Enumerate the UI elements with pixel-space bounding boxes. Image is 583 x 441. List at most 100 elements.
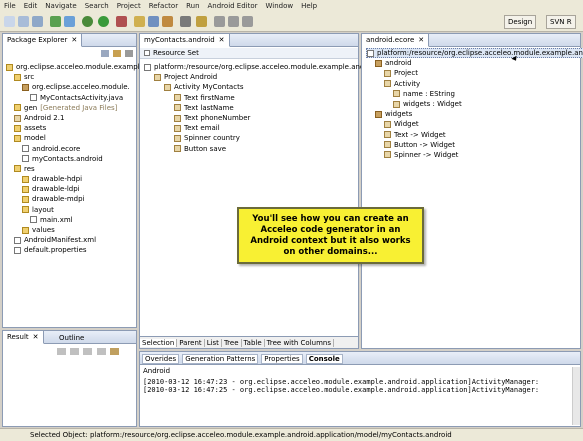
back-icon[interactable] (228, 16, 239, 27)
ecore-tree-item[interactable]: android (366, 58, 583, 68)
tree-item[interactable]: assets (6, 123, 140, 133)
tree-item[interactable]: gen [Generated Java Files] (6, 103, 140, 113)
menu-item-file[interactable]: File (4, 2, 16, 10)
editor-tree-item[interactable]: Text firstName (144, 93, 378, 103)
tree-item[interactable]: default.properties (6, 245, 140, 255)
console-view-tab[interactable]: Properties (261, 353, 303, 364)
tree-item[interactable]: org.eclipse.acceleo.module. (6, 82, 140, 92)
tree-item[interactable]: org.eclipse.acceleo.module.exampl (6, 62, 140, 72)
editor-tree-item[interactable]: Text phoneNumber (144, 113, 378, 123)
menu-item-android-editor[interactable]: Android Editor (208, 2, 258, 10)
debug-icon[interactable] (82, 16, 93, 27)
save-icon[interactable] (18, 16, 29, 27)
collapse-all-icon[interactable] (101, 50, 109, 57)
tree-item[interactable]: src (6, 72, 140, 82)
print-icon[interactable] (32, 16, 43, 27)
tree-item[interactable]: drawable-mdpi (6, 194, 140, 204)
model-element-icon (174, 134, 181, 142)
annotation-icon[interactable] (214, 16, 225, 27)
editor-view-tab[interactable]: Parent (177, 338, 205, 347)
ecore-tree-item[interactable]: Project (366, 68, 583, 78)
tree-item[interactable]: values (6, 225, 140, 235)
menu-item-search[interactable]: Search (85, 2, 109, 10)
android-avd-icon[interactable] (64, 16, 75, 27)
tree-item[interactable]: model (6, 133, 140, 143)
menu-item-run[interactable]: Run (186, 2, 199, 10)
tab-mycontacts-android[interactable]: myContacts.android ✕ (140, 34, 230, 47)
console-scrollbar[interactable] (572, 367, 580, 425)
pin-icon[interactable] (109, 348, 119, 355)
ecore-tree-item[interactable]: platform:/resource/org.eclipse.acceleo.m… (366, 48, 583, 59)
editor-view-tab[interactable]: Tree (222, 338, 242, 347)
file-icon (22, 155, 29, 163)
new-class-icon[interactable] (162, 16, 173, 27)
tree-item[interactable]: layout (6, 205, 140, 215)
editor-view-tab[interactable]: List (205, 338, 222, 347)
editor-tree-item[interactable]: platform:/resource/org.eclipse.acceleo.m… (144, 62, 378, 72)
arrow-right-icon[interactable] (70, 348, 80, 355)
ecore-tree-item[interactable]: Activity (366, 79, 583, 89)
ecore-tree-item[interactable]: widgets : Widget (366, 99, 583, 109)
tree-item[interactable]: MyContactsActivity.java (6, 93, 140, 103)
android-sdk-icon[interactable] (50, 16, 61, 27)
menu-item-window[interactable]: Window (266, 2, 294, 10)
tree-item[interactable]: myContacts.android (6, 154, 140, 164)
console-view-tab[interactable]: Generation Patterns (182, 353, 259, 364)
tab-android-ecore[interactable]: android.ecore ✕ (362, 34, 430, 47)
external-tools-icon[interactable] (116, 16, 127, 27)
editor-view-tab[interactable]: Table (242, 338, 265, 347)
tree-item[interactable]: drawable-ldpi (6, 184, 140, 194)
close-icon[interactable]: ✕ (33, 333, 39, 341)
ecore-tree-item[interactable]: widgets (366, 109, 583, 119)
new-package-icon[interactable] (148, 16, 159, 27)
tree-item[interactable]: android.ecore (6, 144, 140, 154)
editor-tree-item[interactable]: Spinner country (144, 133, 378, 143)
close-icon[interactable]: ✕ (71, 36, 77, 44)
filter-icon[interactable] (96, 348, 106, 355)
file-icon (14, 236, 21, 244)
tab-outline[interactable]: Outline (59, 331, 84, 344)
refresh-icon[interactable] (83, 348, 93, 355)
tab-result[interactable]: Result ✕ (3, 331, 44, 344)
tree-item[interactable]: res (6, 164, 140, 174)
search-icon[interactable] (196, 16, 207, 27)
tree-item[interactable]: AndroidManifest.xml (6, 235, 140, 245)
menu-item-help[interactable]: Help (301, 2, 317, 10)
menu-item-edit[interactable]: Edit (24, 2, 38, 10)
new-java-project-icon[interactable] (134, 16, 145, 27)
ecore-tree-item[interactable]: Widget (366, 119, 583, 129)
tree-item[interactable]: Android 2.1 (6, 113, 140, 123)
editor-tree-item[interactable]: Project Android (144, 72, 378, 82)
tab-package-explorer[interactable]: Package Explorer ✕ (3, 34, 83, 47)
run-icon[interactable] (98, 16, 109, 27)
view-menu-icon[interactable] (125, 50, 134, 57)
editor-tree-item[interactable]: Activity MyContacts (144, 82, 378, 92)
close-icon[interactable]: ✕ (219, 36, 225, 44)
editor-tree-item[interactable]: Text lastName (144, 103, 378, 113)
editor-view-tab[interactable]: Selection (140, 338, 178, 347)
console-view-tab[interactable]: Console (305, 353, 343, 364)
menu-item-navigate[interactable]: Navigate (45, 2, 76, 10)
open-type-icon[interactable] (180, 16, 191, 27)
tree-item[interactable]: main.xml (6, 215, 140, 225)
ecore-tree-item[interactable]: Spinner -> Widget (366, 150, 583, 160)
new-icon[interactable] (4, 16, 15, 27)
close-icon[interactable]: ✕ (418, 36, 424, 44)
menu-item-project[interactable]: Project (117, 2, 141, 10)
console-view-tab[interactable]: Overides (142, 353, 180, 364)
menu-item-refactor[interactable]: Refactor (149, 2, 178, 10)
perspective-svn[interactable]: SVN R (546, 15, 576, 29)
perspective-design[interactable]: Design (504, 15, 537, 29)
package-explorer-toolbar (101, 50, 135, 59)
ecore-tree-item[interactable]: name : EString (366, 89, 583, 99)
ecore-tree-item[interactable]: Text -> Widget (366, 130, 583, 140)
link-editor-icon[interactable] (113, 50, 122, 57)
editor-tree-item[interactable]: Text email (144, 123, 378, 133)
arrow-left-icon[interactable] (57, 348, 66, 355)
editor-tree-item[interactable]: Button save (144, 144, 378, 154)
forward-icon[interactable] (242, 16, 253, 27)
ecore-tree-item[interactable]: Button -> Widget (366, 140, 583, 150)
editor-view-tab[interactable]: Tree with Columns (265, 338, 334, 347)
console-tabs: Overides Generation Patterns Properties Con… (142, 353, 346, 364)
tree-item[interactable]: drawable-hdpi (6, 174, 140, 184)
